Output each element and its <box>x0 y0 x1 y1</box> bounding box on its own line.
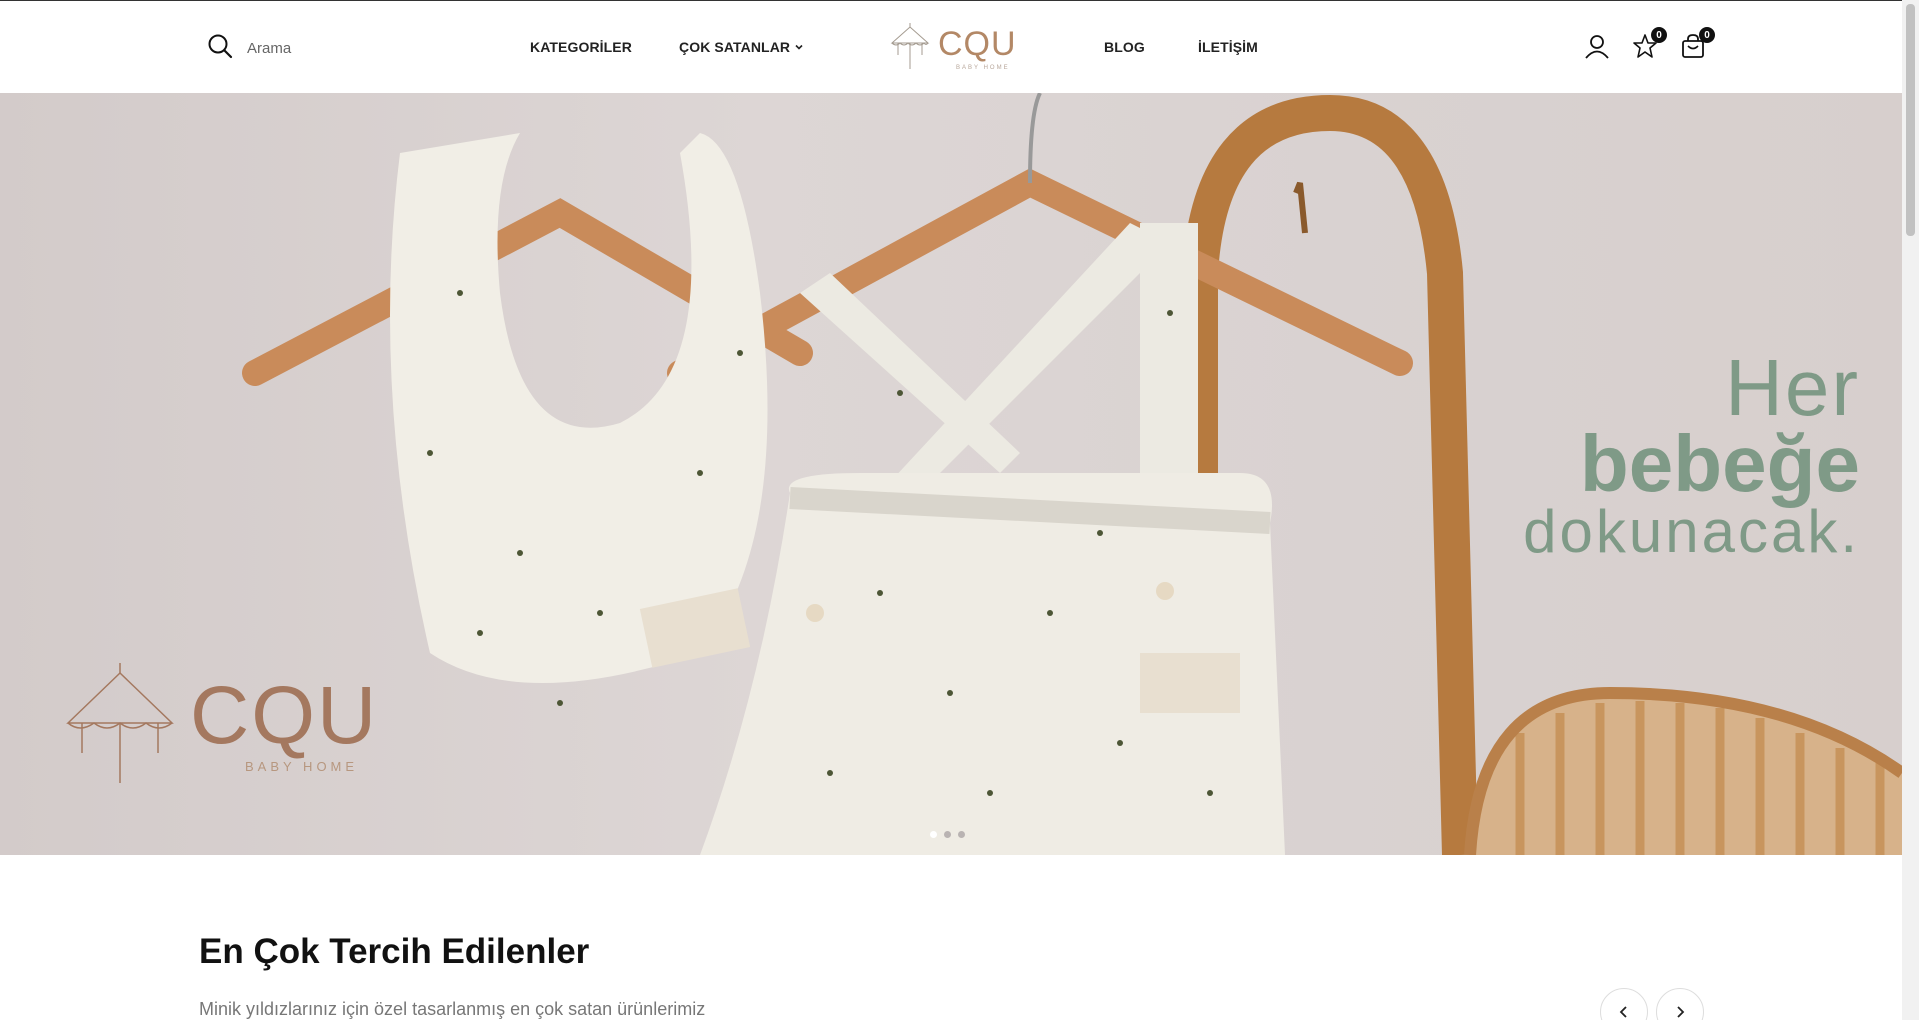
wishlist-count-badge: 0 <box>1651 27 1667 43</box>
hero-headline-line3: dokunacak. <box>1523 498 1860 565</box>
wishlist-button[interactable]: 0 <box>1632 27 1667 59</box>
hero-brand-logo <box>66 663 174 783</box>
search-input[interactable] <box>247 40 427 57</box>
scrollbar-thumb[interactable] <box>1906 4 1915 236</box>
chevron-down-icon <box>795 44 803 50</box>
carousel-prev-button[interactable] <box>1600 988 1648 1020</box>
slider-dot-1[interactable] <box>930 831 937 838</box>
nav-contact[interactable]: İLETİŞİM <box>1198 39 1258 55</box>
hero-brand-subtext: BABY HOME <box>245 759 358 774</box>
chevron-right-icon <box>1677 1006 1685 1018</box>
account-icon[interactable] <box>1584 33 1610 59</box>
hero-slider[interactable]: CQU BABY HOME Her bebeğe dokunacak. <box>0 93 1902 855</box>
cart-button[interactable]: 0 <box>1680 27 1715 59</box>
section-subtitle: Minik yıldızlarınız için özel tasarlanmı… <box>199 999 706 1019</box>
hero-brand-text: CQU <box>190 670 378 761</box>
chevron-left-icon <box>1619 1006 1627 1018</box>
header-actions: 0 0 <box>1584 27 1715 59</box>
nav-bestsellers[interactable]: ÇOK SATANLAR <box>679 39 804 55</box>
carousel-next-button[interactable] <box>1656 988 1704 1020</box>
search-icon[interactable] <box>207 33 233 64</box>
slider-pagination <box>930 831 965 838</box>
hero-headline-line2: bebeğe <box>1579 419 1860 508</box>
nav-blog[interactable]: BLOG <box>1104 39 1145 55</box>
page-scrollbar[interactable] <box>1902 0 1919 1020</box>
carousel-logo-icon <box>890 23 930 69</box>
site-logo[interactable]: CQU BABY HOME <box>888 21 1018 73</box>
search-box[interactable] <box>207 33 427 64</box>
logo-text: CQU <box>938 25 1017 63</box>
nav-categories[interactable]: KATEGORİLER <box>530 39 632 55</box>
hero-headline-line1: Her <box>1725 343 1860 432</box>
section-title: En Çok Tercih Edilenler <box>199 932 590 971</box>
page: KATEGORİLER ÇOK SATANLAR CQU BABY HOME B… <box>0 0 1919 1020</box>
site-header: KATEGORİLER ÇOK SATANLAR CQU BABY HOME B… <box>0 0 1902 93</box>
cart-count-badge: 0 <box>1699 27 1715 43</box>
slider-dot-3[interactable] <box>958 831 965 838</box>
nav-bestsellers-label: ÇOK SATANLAR <box>679 39 791 55</box>
slider-dot-2[interactable] <box>944 831 951 838</box>
logo-subtext: BABY HOME <box>956 65 1010 71</box>
hero-headline: Her bebeğe dokunacak. <box>1523 348 1860 562</box>
